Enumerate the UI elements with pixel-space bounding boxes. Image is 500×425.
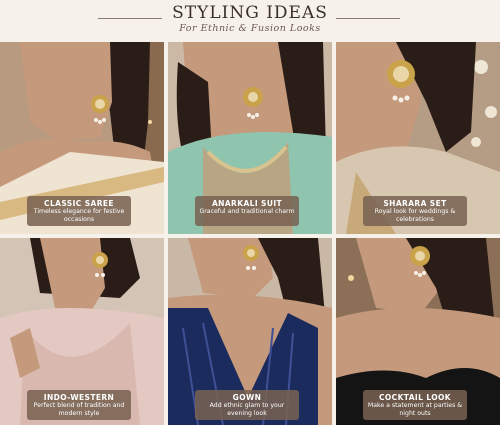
page-header: STYLING IDEAS For Ethnic & Fusion Looks [0, 0, 500, 42]
header-rule-right [336, 18, 400, 19]
look-description: Make a statement at parties & night outs [367, 402, 463, 417]
look-caption: ANARKALI SUIT Graceful and traditional c… [195, 196, 299, 226]
look-title: GOWN [232, 393, 262, 402]
look-title: INDO-WESTERN [43, 393, 115, 402]
look-card-gown[interactable]: GOWN Add ethnic glam to your evening loo… [168, 238, 332, 425]
page-subtitle: For Ethnic & Fusion Looks [179, 23, 321, 34]
look-description: Royal look for weddings & celebrations [374, 208, 456, 223]
look-caption: SHARARA SET Royal look for weddings & ce… [363, 196, 467, 226]
look-card-anarkali-suit[interactable]: ANARKALI SUIT Graceful and traditional c… [168, 42, 332, 234]
look-card-cocktail-look[interactable]: COCKTAIL LOOK Make a statement at partie… [336, 238, 500, 425]
page-title: STYLING IDEAS [172, 3, 328, 23]
look-caption: GOWN Add ethnic glam to your evening loo… [195, 390, 299, 420]
look-description: Graceful and traditional charm [199, 208, 295, 215]
look-description: Perfect blend of tradition and modern st… [33, 402, 125, 417]
look-card-indo-western[interactable]: INDO-WESTERN Perfect blend of tradition … [0, 238, 164, 425]
looks-grid: CLASSIC SAREE Timeless elegance for fest… [0, 42, 500, 425]
look-title: ANARKALI SUIT [211, 199, 283, 208]
look-caption: CLASSIC SAREE Timeless elegance for fest… [27, 196, 131, 226]
look-card-sharara-set[interactable]: SHARARA SET Royal look for weddings & ce… [336, 42, 500, 234]
look-card-classic-saree[interactable]: CLASSIC SAREE Timeless elegance for fest… [0, 42, 164, 234]
look-description: Add ethnic glam to your evening look [209, 402, 285, 417]
look-title: CLASSIC SAREE [44, 199, 114, 208]
look-title: COCKTAIL LOOK [379, 393, 451, 402]
look-caption: COCKTAIL LOOK Make a statement at partie… [363, 390, 467, 420]
look-description: Timeless elegance for festive occasions [33, 208, 125, 223]
look-title: SHARARA SET [383, 199, 447, 208]
look-caption: INDO-WESTERN Perfect blend of tradition … [27, 390, 131, 420]
